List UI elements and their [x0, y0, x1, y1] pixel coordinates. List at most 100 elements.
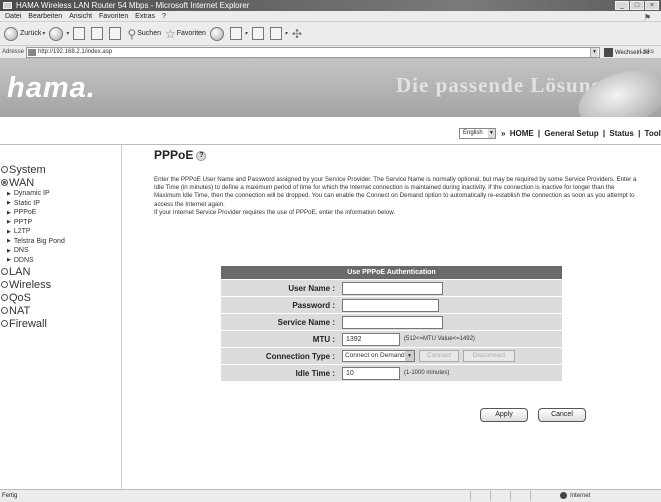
cancel-button[interactable]: Cancel	[538, 408, 586, 422]
triangle-right-icon: ▶	[7, 200, 11, 207]
user-name-input[interactable]	[342, 281, 443, 295]
print-button[interactable]	[251, 27, 266, 40]
form-row-password: Password :	[221, 296, 562, 313]
stop-button[interactable]	[73, 27, 87, 40]
sidebar-item-label: WAN	[9, 176, 35, 189]
refresh-button[interactable]	[91, 27, 105, 40]
form-header: Use PPPoE Authentication	[221, 266, 562, 279]
submenu-label: PPTP	[13, 218, 33, 226]
address-dropdown-icon[interactable]: ▼	[590, 48, 598, 57]
favorites-label: Favoriten	[176, 30, 206, 37]
forward-dropdown-icon: ▾	[66, 31, 70, 37]
edit-button[interactable]: ▾	[269, 27, 288, 40]
home-button[interactable]	[109, 27, 123, 40]
radio-circle-selected-icon	[1, 179, 8, 186]
nav-general-setup[interactable]: General Setup	[544, 129, 598, 138]
submenu-item-static-ip[interactable]: ▶ Static IP	[7, 199, 65, 209]
nav-status[interactable]: Status	[609, 129, 633, 138]
hama-logo: hama.	[7, 72, 96, 104]
menu-favoriten[interactable]: Favoriten	[99, 13, 128, 20]
links-button[interactable]: Links	[640, 46, 654, 59]
sidebar-item-qos[interactable]: QoS	[0, 291, 65, 304]
idle-time-input[interactable]: 10	[342, 366, 400, 380]
radio-circle-icon	[1, 294, 8, 301]
radio-circle-icon	[1, 320, 8, 327]
triangle-right-icon: ▶	[7, 228, 11, 235]
mtu-input[interactable]: 1392	[342, 332, 400, 346]
history-icon	[209, 26, 224, 41]
sidebar-item-lan[interactable]: LAN	[0, 265, 65, 278]
search-button[interactable]: ⚲ Suchen	[127, 27, 161, 41]
sidebar: System WAN ▶ Dynamic IP ▶ Static IP ▶ PPPoE…	[0, 145, 122, 489]
back-button[interactable]: Zurück ▾	[4, 26, 45, 41]
history-button[interactable]	[209, 26, 226, 41]
connection-type-value: Connect on Demand	[345, 352, 405, 359]
form-row-connection-type: Connection Type : Connect on Demand ▼ Co…	[221, 347, 562, 364]
service-name-input[interactable]	[342, 315, 443, 329]
menu-ansicht[interactable]: Ansicht	[69, 13, 92, 20]
submenu-item-ddns[interactable]: ▶ DDNS	[7, 256, 65, 266]
submenu-item-l2tp[interactable]: ▶ L2TP	[7, 227, 65, 237]
idle-time-label: Idle Time :	[221, 365, 339, 381]
radio-circle-icon	[1, 307, 8, 314]
status-divider	[530, 491, 531, 501]
mtu-label: MTU :	[221, 331, 339, 347]
top-nav: » HOME | General Setup | Status | Tools	[500, 129, 661, 138]
nav-bullet-icon: »	[501, 129, 506, 138]
sidebar-item-firewall[interactable]: Firewall	[0, 317, 65, 330]
messenger-button[interactable]: ✣	[292, 27, 303, 41]
sidebar-item-wan[interactable]: WAN	[0, 176, 65, 189]
submenu-label: DDNS	[13, 256, 34, 264]
submenu-item-pptp[interactable]: ▶ PPTP	[7, 218, 65, 228]
zone-label: Internet	[570, 493, 591, 499]
address-input[interactable]: http://192.168.2.1/index.asp ▼	[26, 47, 600, 58]
connect-button[interactable]: Connect	[419, 350, 459, 362]
page-title-wrap: PPPoE?	[154, 148, 207, 162]
sidebar-item-system[interactable]: System	[0, 163, 65, 176]
sidebar-item-wireless[interactable]: Wireless	[0, 278, 65, 291]
connection-type-select[interactable]: Connect on Demand ▼	[342, 350, 415, 362]
minimize-button[interactable]: _	[615, 1, 629, 10]
radio-circle-icon	[1, 268, 8, 275]
submenu-label: L2TP	[13, 228, 31, 236]
submenu-item-dynamic-ip[interactable]: ▶ Dynamic IP	[7, 189, 65, 199]
menu-extras[interactable]: Extras	[135, 13, 155, 20]
chevron-down-icon: ▼	[405, 351, 414, 361]
mail-button[interactable]: ▾	[229, 27, 248, 40]
maximize-button[interactable]: □	[630, 1, 644, 10]
menu-help[interactable]: ?	[162, 13, 166, 20]
nav-tools[interactable]: Tools	[645, 129, 661, 138]
connection-type-label: Connection Type :	[221, 348, 339, 364]
edit-icon	[269, 27, 282, 40]
close-button[interactable]: ×	[645, 1, 659, 10]
password-input[interactable]	[342, 298, 439, 312]
apply-button[interactable]: Apply	[480, 408, 528, 422]
status-divider	[470, 491, 471, 501]
menu-datei[interactable]: Datei	[5, 13, 21, 20]
sidebar-item-label: Firewall	[9, 317, 47, 330]
language-select[interactable]: English ▼	[459, 128, 496, 139]
disconnect-button[interactable]: Disconnect	[463, 350, 515, 362]
sidebar-item-label: NAT	[9, 304, 31, 317]
edit-dropdown-icon: ▾	[284, 31, 288, 37]
banner-slogan: Die passende Lösung	[396, 73, 603, 97]
nav-home[interactable]: HOME	[510, 129, 534, 138]
mail-icon	[229, 27, 242, 40]
address-bar: Adresse http://192.168.2.1/index.asp ▼ W…	[0, 46, 661, 59]
favorites-button[interactable]: ☆ Favoriten	[165, 27, 206, 41]
refresh-icon	[91, 27, 104, 40]
forward-button[interactable]: ▾	[49, 26, 70, 41]
submenu-item-pppoe[interactable]: ▶ PPPoE	[7, 208, 65, 218]
menu-bearbeiten[interactable]: Bearbeiten	[28, 13, 62, 20]
mail-dropdown-icon: ▾	[244, 31, 248, 37]
submenu-item-dns[interactable]: ▶ DNS	[7, 246, 65, 256]
submenu-item-telstra-big-pond[interactable]: ▶ Telstra Big Pond	[7, 237, 65, 247]
stop-icon	[73, 27, 86, 40]
help-icon[interactable]: ?	[196, 150, 207, 161]
sidebar-item-nat[interactable]: NAT	[0, 304, 65, 317]
language-value: English	[463, 130, 483, 136]
triangle-right-icon: ▶	[7, 219, 11, 226]
status-text: Fertig	[2, 493, 18, 499]
status-divider	[510, 491, 511, 501]
sidebar-item-label: LAN	[9, 265, 31, 278]
